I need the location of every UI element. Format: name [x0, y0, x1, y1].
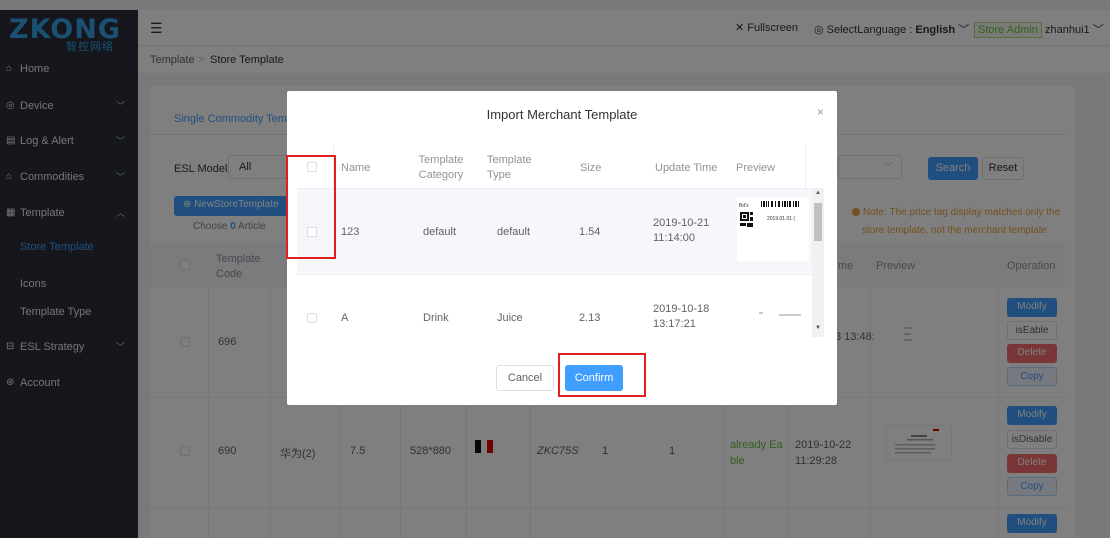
scroll-down-icon[interactable]: ▼ [815, 325, 821, 331]
template-preview [759, 312, 801, 316]
column-header-type: Template Type [487, 154, 532, 181]
cell-category: default [423, 226, 457, 238]
close-icon[interactable]: × [817, 105, 824, 119]
preview-date: 2019.01.01 ( [767, 216, 796, 222]
cancel-button[interactable]: Cancel [496, 365, 554, 391]
dialog-table-row[interactable]: 123 default default 1.54 2019-10-21 11:1… [297, 189, 812, 275]
svg-text:Bd's: Bd's [739, 203, 749, 209]
dialog-table-row[interactable]: A Drink Juice 2.13 2019-10-18 13:17:21 [297, 275, 812, 337]
column-header-name: Name [341, 162, 371, 174]
cell-name: 123 [341, 226, 360, 238]
column-header-category: Template Category [418, 154, 464, 181]
column-header-size: Size [580, 162, 602, 174]
cell-category: Drink [423, 312, 449, 324]
cell-name: A [341, 312, 349, 324]
dialog-table-header: Name Template Category Template Type Siz… [297, 145, 822, 189]
cell-size: 2.13 [579, 312, 601, 324]
cell-update-time: 2019-10-18 13:17:21 [653, 303, 710, 330]
cell-type: Juice [497, 312, 523, 324]
scrollbar-thumb[interactable] [814, 203, 822, 241]
cell-update-time: 2019-10-21 11:14:00 [653, 217, 710, 244]
dialog-title: Import Merchant Template [486, 107, 638, 122]
highlight-confirm-button [558, 353, 646, 397]
cell-type: default [497, 226, 531, 238]
template-preview: Bd's 2019.01.01 ( [737, 197, 809, 261]
scroll-up-icon[interactable]: ▲ [815, 190, 821, 196]
highlight-checkbox-column [286, 155, 336, 259]
column-divider [805, 145, 806, 189]
cell-size: 1.54 [579, 226, 601, 238]
row-checkbox[interactable] [307, 313, 317, 323]
column-header-preview: Preview [736, 162, 776, 174]
dialog-scrollbar[interactable]: ▲ ▼ [812, 189, 824, 337]
column-header-update-time: Update Time [655, 162, 718, 174]
